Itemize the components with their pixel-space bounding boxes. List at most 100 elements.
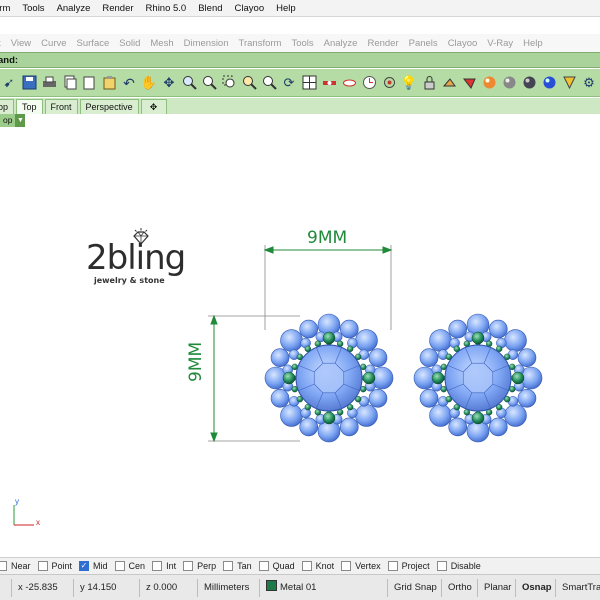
cmd-menu-panels[interactable]: Panels: [409, 38, 438, 49]
osnap-checkbox[interactable]: [0, 561, 7, 571]
menu-item-help[interactable]: Help: [276, 3, 296, 14]
undo-icon[interactable]: ↶: [120, 74, 138, 92]
osnap-checkbox[interactable]: [223, 561, 234, 571]
command-line[interactable]: and:: [0, 52, 600, 68]
pointer-icon[interactable]: ➹: [0, 74, 18, 92]
command-menu-bar: it View Curve Surface Solid Mesh Dimensi…: [0, 34, 600, 52]
paste-icon[interactable]: [100, 74, 118, 92]
copy-icon[interactable]: [60, 74, 78, 92]
osnap-point[interactable]: Point: [37, 561, 73, 571]
menu-item-render[interactable]: Render: [102, 3, 133, 14]
settings-icon[interactable]: ⚙: [580, 74, 598, 92]
cmd-menu-clayoo[interactable]: Clayoo: [448, 38, 478, 49]
bulb-icon[interactable]: 💡: [400, 74, 418, 92]
osnap-checkbox[interactable]: [114, 561, 125, 571]
osnap-checkbox[interactable]: [387, 561, 398, 571]
zoom-window-icon[interactable]: [200, 74, 218, 92]
layer-icon[interactable]: [440, 74, 458, 92]
status-units[interactable]: Millimeters: [198, 578, 260, 597]
tab-top-partial[interactable]: op: [0, 99, 15, 114]
cmd-menu-surface[interactable]: Surface: [77, 38, 110, 49]
tab-perspective[interactable]: Perspective: [79, 99, 139, 114]
shaded-icon[interactable]: [520, 74, 538, 92]
osnap-icon[interactable]: [320, 74, 338, 92]
osnap-disable[interactable]: Disable: [436, 561, 481, 571]
viewport-top[interactable]: [0, 127, 600, 557]
osnap-vertex[interactable]: Vertex: [341, 561, 381, 571]
material-icon[interactable]: [540, 74, 558, 92]
color-icon[interactable]: [460, 74, 478, 92]
save-icon[interactable]: [20, 74, 38, 92]
menu-item-analyze[interactable]: Analyze: [57, 3, 91, 14]
osnap-checkbox[interactable]: [301, 561, 312, 571]
render-icon[interactable]: [480, 74, 498, 92]
rotate-view-icon[interactable]: ⟳: [280, 74, 298, 92]
osnap-checkbox[interactable]: ✓: [79, 561, 90, 571]
status-layer[interactable]: Metal 01: [260, 578, 388, 597]
zoom-selected-icon[interactable]: [240, 74, 258, 92]
menu-item-clayoo[interactable]: Clayoo: [235, 3, 265, 14]
lock-icon[interactable]: [420, 74, 438, 92]
vertical-dimension-label: 9MM: [186, 341, 206, 382]
cmd-menu-analyze[interactable]: Analyze: [324, 38, 358, 49]
osnap-perp[interactable]: Perp: [183, 561, 216, 571]
osnap-checkbox[interactable]: [37, 561, 48, 571]
history-icon[interactable]: [360, 74, 378, 92]
status-osnap[interactable]: Osnap: [516, 578, 556, 597]
zoom-icon[interactable]: [180, 74, 198, 92]
cmd-menu-mesh[interactable]: Mesh: [150, 38, 173, 49]
status-ortho[interactable]: Ortho: [442, 578, 478, 597]
cmd-menu-render[interactable]: Render: [367, 38, 398, 49]
osnap-label: Project: [401, 561, 430, 571]
print-icon[interactable]: [40, 74, 58, 92]
menu-item-tools[interactable]: Tools: [22, 3, 44, 14]
menu-item-form[interactable]: orm: [0, 3, 10, 14]
lights-icon[interactable]: [340, 74, 358, 92]
add-tab-icon[interactable]: ✥: [140, 99, 167, 114]
osnap-knot[interactable]: Knot: [301, 561, 335, 571]
cmd-menu-solid[interactable]: Solid: [119, 38, 140, 49]
brand-logo: 2bling jewelry & stone: [86, 228, 206, 288]
osnap-label: Knot: [315, 561, 335, 571]
cmd-menu-vray[interactable]: V-Ray: [487, 38, 513, 49]
osnap-checkbox[interactable]: [341, 561, 352, 571]
cmd-menu-tools[interactable]: Tools: [291, 38, 313, 49]
osnap-cen[interactable]: Cen: [114, 561, 145, 571]
cmd-menu-transform[interactable]: Transform: [239, 38, 282, 49]
cmd-menu-curve[interactable]: Curve: [41, 38, 66, 49]
gumball-icon[interactable]: [380, 74, 398, 92]
pan-icon[interactable]: ✋: [140, 74, 158, 92]
cmd-menu-help[interactable]: Help: [523, 38, 543, 49]
tab-front[interactable]: Front: [44, 99, 78, 114]
tab-top[interactable]: Top: [16, 99, 43, 114]
osnap-checkbox[interactable]: [183, 561, 194, 571]
four-viewports-icon[interactable]: [300, 74, 318, 92]
menu-item-rhino[interactable]: Rhino 5.0: [146, 3, 187, 14]
osnap-int[interactable]: Int: [152, 561, 176, 571]
osnap-tan[interactable]: Tan: [223, 561, 252, 571]
move-icon[interactable]: ✥: [160, 74, 178, 92]
cmd-menu-dimension[interactable]: Dimension: [184, 38, 229, 49]
viewport-title[interactable]: op ▼: [0, 114, 26, 127]
status-planar[interactable]: Planar: [478, 578, 516, 597]
osnap-label: Point: [51, 561, 73, 571]
cmd-menu-view[interactable]: View: [11, 38, 31, 49]
vray-icon[interactable]: [560, 74, 578, 92]
zoom-scale-icon[interactable]: [260, 74, 278, 92]
cmd-menu-edit[interactable]: it: [0, 38, 1, 49]
status-grid-snap[interactable]: Grid Snap: [388, 578, 442, 597]
viewport-menu-icon[interactable]: ▼: [15, 114, 26, 127]
sphere-icon[interactable]: [500, 74, 518, 92]
osnap-quad[interactable]: Quad: [258, 561, 295, 571]
menu-bar: orm Tools Analyze Render Rhino 5.0 Blend…: [0, 0, 600, 17]
zoom-extents-icon[interactable]: [220, 74, 238, 92]
osnap-mid[interactable]: ✓ Mid: [79, 561, 108, 571]
menu-item-blend[interactable]: Blend: [198, 3, 222, 14]
osnap-checkbox[interactable]: [436, 561, 447, 571]
osnap-checkbox[interactable]: [152, 561, 163, 571]
osnap-checkbox[interactable]: [258, 561, 269, 571]
osnap-near[interactable]: Near: [0, 561, 31, 571]
cut-icon[interactable]: [80, 74, 98, 92]
osnap-project[interactable]: Project: [387, 561, 430, 571]
status-smarttrack[interactable]: SmartTra: [556, 579, 600, 597]
